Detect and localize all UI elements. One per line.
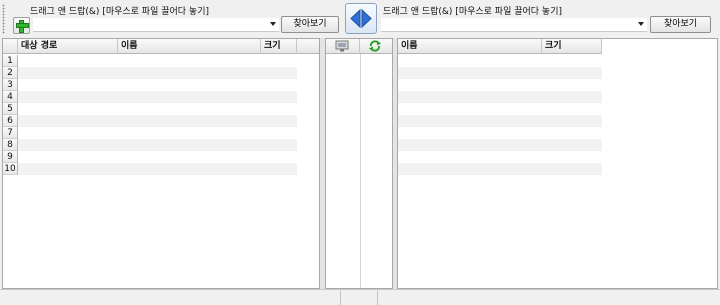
left-drop-caption: 드래그 앤 드랍(&) [마우스로 파일 끌어다 놓기] — [30, 7, 209, 17]
table-row[interactable]: 10 — [3, 163, 297, 175]
table-row[interactable]: 8 — [3, 139, 297, 151]
table-row[interactable]: 2 — [3, 67, 297, 79]
column-header-name[interactable]: 이름 — [118, 39, 261, 54]
table-row[interactable]: 7 — [3, 127, 297, 139]
row-number: 3 — [3, 79, 18, 91]
table-row[interactable] — [398, 127, 602, 139]
middle-header — [326, 39, 392, 54]
row-number: 1 — [3, 55, 18, 67]
middle-divider — [360, 54, 361, 288]
plus-icon — [16, 20, 29, 33]
row-number: 8 — [3, 139, 18, 151]
table-row[interactable] — [398, 103, 602, 115]
row-number: 2 — [3, 67, 18, 79]
row-number: 9 — [3, 151, 18, 163]
table-row[interactable]: 1 — [3, 55, 297, 67]
column-header-size[interactable]: 크기 — [261, 39, 297, 54]
table-row[interactable]: 6 — [3, 115, 297, 127]
row-number: 10 — [3, 163, 18, 175]
table-row[interactable] — [398, 163, 602, 175]
row-number: 4 — [3, 91, 18, 103]
table-row[interactable]: 3 — [3, 79, 297, 91]
column-header-name[interactable]: 이름 — [398, 39, 542, 54]
status-cell-right — [378, 290, 720, 305]
add-button[interactable] — [13, 17, 30, 34]
table-row[interactable] — [398, 151, 602, 163]
left-browse-button[interactable]: 찾아보기 — [281, 16, 339, 33]
chevron-down-icon[interactable] — [270, 22, 276, 26]
left-file-grid[interactable]: 대상 경로 이름 크기 1 2 3 4 5 6 7 8 9 10 — [2, 38, 320, 289]
row-number: 7 — [3, 127, 18, 139]
table-row[interactable] — [398, 115, 602, 127]
row-number: 5 — [3, 103, 18, 115]
table-row[interactable] — [398, 55, 602, 67]
table-row[interactable]: 9 — [3, 151, 297, 163]
right-browse-button[interactable]: 찾아보기 — [650, 16, 711, 33]
status-cell-middle — [341, 290, 378, 305]
column-header-size[interactable]: 크기 — [542, 39, 602, 54]
right-grid-header: 이름 크기 — [398, 39, 602, 54]
right-file-grid[interactable]: 이름 크기 — [397, 38, 718, 289]
refresh-icon — [369, 40, 381, 52]
right-drop-caption: 드래그 앤 드랍(&) [마우스로 파일 끌어다 놓기] — [383, 7, 562, 17]
chevron-down-icon[interactable] — [638, 22, 644, 26]
status-cell-main — [0, 290, 341, 305]
table-row[interactable] — [398, 67, 602, 79]
column-header-target-path[interactable]: 대상 경로 — [18, 39, 118, 54]
row-number-header — [3, 39, 18, 54]
left-source-combo[interactable] — [33, 18, 279, 32]
status-bar — [0, 289, 720, 305]
table-row[interactable] — [398, 91, 602, 103]
table-row[interactable]: 4 — [3, 91, 297, 103]
table-row[interactable] — [398, 79, 602, 91]
row-number: 6 — [3, 115, 18, 127]
monitor-icon — [335, 40, 349, 52]
right-source-combo[interactable] — [381, 18, 647, 32]
table-row[interactable] — [398, 139, 602, 151]
middle-panel — [325, 38, 393, 289]
swap-arrows-icon — [350, 9, 372, 28]
left-grid-header: 대상 경로 이름 크기 — [3, 39, 319, 54]
toolbar-grip[interactable] — [2, 4, 5, 34]
swap-button[interactable] — [345, 3, 377, 34]
toolbar: 드래그 앤 드랍(&) [마우스로 파일 끌어다 놓기] 찾아보기 드래그 앤 … — [0, 0, 720, 38]
table-row[interactable]: 5 — [3, 103, 297, 115]
middle-header-left[interactable] — [326, 39, 360, 54]
middle-header-right[interactable] — [360, 39, 392, 54]
